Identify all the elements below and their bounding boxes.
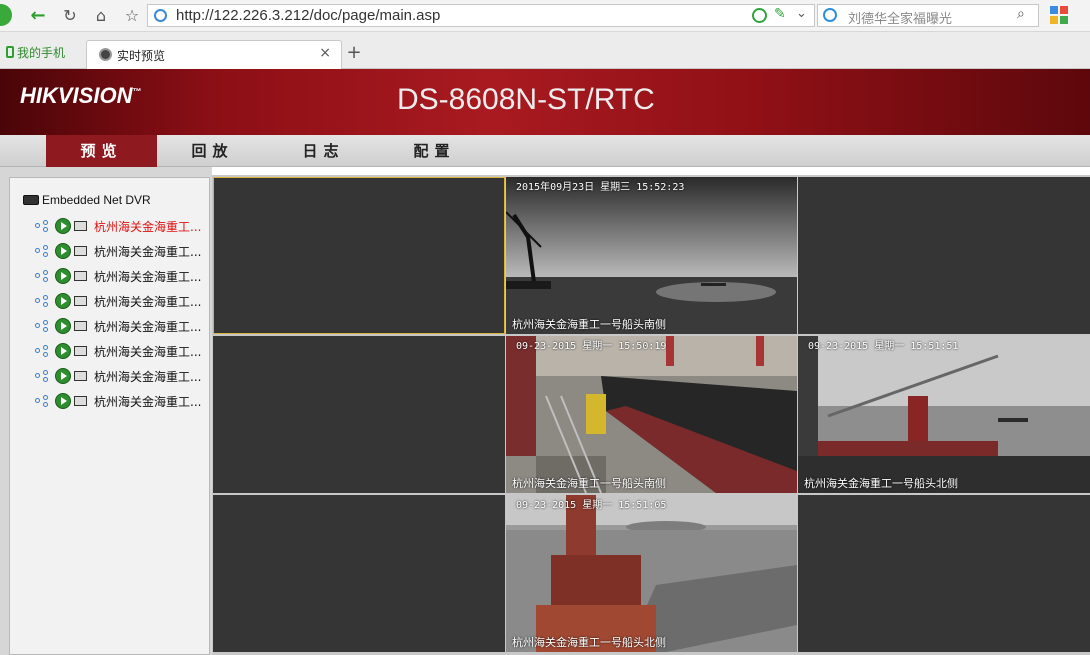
close-icon[interactable]: × [319,45,331,61]
browser-toolbar: ← ↻ ⌂ ☆ http://122.226.3.212/doc/page/ma… [0,0,1090,32]
tab-title: 实时预览 [117,49,166,63]
play-icon[interactable] [55,393,71,409]
camera-feed-ship-deck [798,336,1090,493]
dvr-root-node[interactable]: Embedded Net DVR [23,193,151,207]
search-placeholder[interactable]: 刘德华全家福曝光 [848,8,952,27]
refresh-button[interactable]: ↻ [58,4,82,26]
link-icon [35,370,49,382]
favorite-star-icon[interactable]: ☆ [120,4,144,26]
video-window-9[interactable] [798,495,1090,652]
play-icon[interactable] [55,343,71,359]
record-icon[interactable] [74,321,87,331]
channel-label: 杭州海关金海重工... [94,395,202,409]
video-window-8[interactable]: 09-23-2015 星期一 15:51:05 杭州海关金海重工一号船头北侧 [506,495,797,652]
record-icon[interactable] [74,371,87,381]
record-icon[interactable] [74,296,87,306]
hikvision-logo: HIKVISION™ [20,83,142,108]
video-window-4[interactable] [213,336,505,493]
osd-timestamp: 09-23-2015 星期一 15:51:51 [808,341,959,352]
leaf-icon[interactable]: ✎ [774,6,786,22]
device-tree: Embedded Net DVR 杭州海关金海重工... 杭州海关金海重工...… [9,177,210,655]
link-icon [35,270,49,282]
osd-timestamp: 09-23-2015 星期一 15:51:05 [516,500,667,511]
device-panel: Embedded Net DVR 杭州海关金海重工... 杭州海关金海重工...… [0,167,212,655]
video-grid: 2015年09月23日 星期三 15:52:23 杭州海关金海重工一号船头南侧 … [212,175,1090,655]
security-icon[interactable] [752,8,767,23]
video-window-7[interactable] [213,495,505,652]
osd-channel-name: 杭州海关金海重工一号船头南侧 [512,477,666,490]
channel-label: 杭州海关金海重工... [94,245,202,259]
channel-label: 杭州海关金海重工... [94,345,202,359]
search-icon[interactable]: ⌕ [1017,6,1025,22]
link-icon [35,320,49,332]
phone-icon [6,46,14,58]
video-window-2[interactable]: 2015年09月23日 星期三 15:52:23 杭州海关金海重工一号船头南侧 [506,177,797,334]
chevron-down-icon[interactable]: ⌄ [796,6,807,21]
url-text[interactable]: http://122.226.3.212/doc/page/main.asp [176,7,440,24]
tab-preview[interactable]: 预览 [46,135,157,167]
osd-channel-name: 杭州海关金海重工一号船头北侧 [804,477,958,490]
globe-icon [154,9,167,22]
play-icon[interactable] [55,368,71,384]
record-icon[interactable] [74,246,87,256]
search-input[interactable]: 刘德华全家福曝光 ⌕ [817,4,1039,27]
video-window-1[interactable] [213,177,505,334]
channel-label: 杭州海关金海重工... [94,320,202,334]
video-window-5[interactable]: 09-23-2015 星期一 15:50:19 杭州海关金海重工一号船头南侧 [506,336,797,493]
camera-feed-sea-crane [506,177,797,334]
main-menu: 预览 回放 日志 配置 [0,135,1090,167]
video-window-6[interactable]: 09-23-2015 星期一 15:51:51 杭州海关金海重工一号船头北侧 [798,336,1090,493]
address-bar[interactable]: http://122.226.3.212/doc/page/main.asp ✎… [147,4,815,27]
osd-timestamp: 09-23-2015 星期一 15:50:19 [516,341,667,352]
osd-timestamp: 2015年09月23日 星期三 15:52:23 [516,182,685,193]
record-icon[interactable] [74,346,87,356]
tab-live-preview[interactable]: 实时预览 × [86,40,342,70]
link-icon [35,245,49,257]
device-title: DS-8608N-ST/RTC [397,83,655,116]
camera-feed-bow-deck [506,495,797,652]
osd-channel-name: 杭州海关金海重工一号船头南侧 [512,318,666,331]
record-icon[interactable] [74,396,87,406]
channel-label: 杭州海关金海重工... [94,220,202,234]
play-icon[interactable] [55,293,71,309]
osd-channel-name: 杭州海关金海重工一号船头北侧 [512,636,666,649]
bookmark-my-phone[interactable]: 我的手机 [6,44,65,61]
channel-label: 杭州海关金海重工... [94,370,202,384]
apps-grid-icon[interactable] [1050,6,1068,24]
record-icon[interactable] [74,271,87,281]
play-icon[interactable] [55,268,71,284]
tab-log[interactable]: 日志 [268,135,379,167]
back-button[interactable]: ← [26,4,50,26]
video-window-3[interactable] [798,177,1090,334]
tab-playback[interactable]: 回放 [157,135,268,167]
tab-strip: 我的手机 实时预览 × + [0,32,1090,70]
link-icon [35,220,49,232]
new-tab-button[interactable]: + [344,42,364,63]
search-engine-icon [823,8,837,22]
channel-label: 杭州海关金海重工... [94,270,202,284]
app-header: HIKVISION™ DS-8608N-ST/RTC [0,69,1090,135]
play-icon[interactable] [55,318,71,334]
bookmark-label: 我的手机 [17,46,66,60]
play-icon[interactable] [55,218,71,234]
dvr-icon [23,195,39,205]
record-icon[interactable] [74,221,87,231]
camera-feed-shipyard [506,336,797,493]
camera-favicon-icon [99,48,112,61]
tab-config[interactable]: 配置 [379,135,490,167]
link-icon [35,295,49,307]
play-icon[interactable] [55,243,71,259]
home-button[interactable]: ⌂ [89,4,113,26]
sidebar-toggle-icon[interactable] [0,4,12,26]
channel-label: 杭州海关金海重工... [94,295,202,309]
link-icon [35,395,49,407]
link-icon [35,345,49,357]
